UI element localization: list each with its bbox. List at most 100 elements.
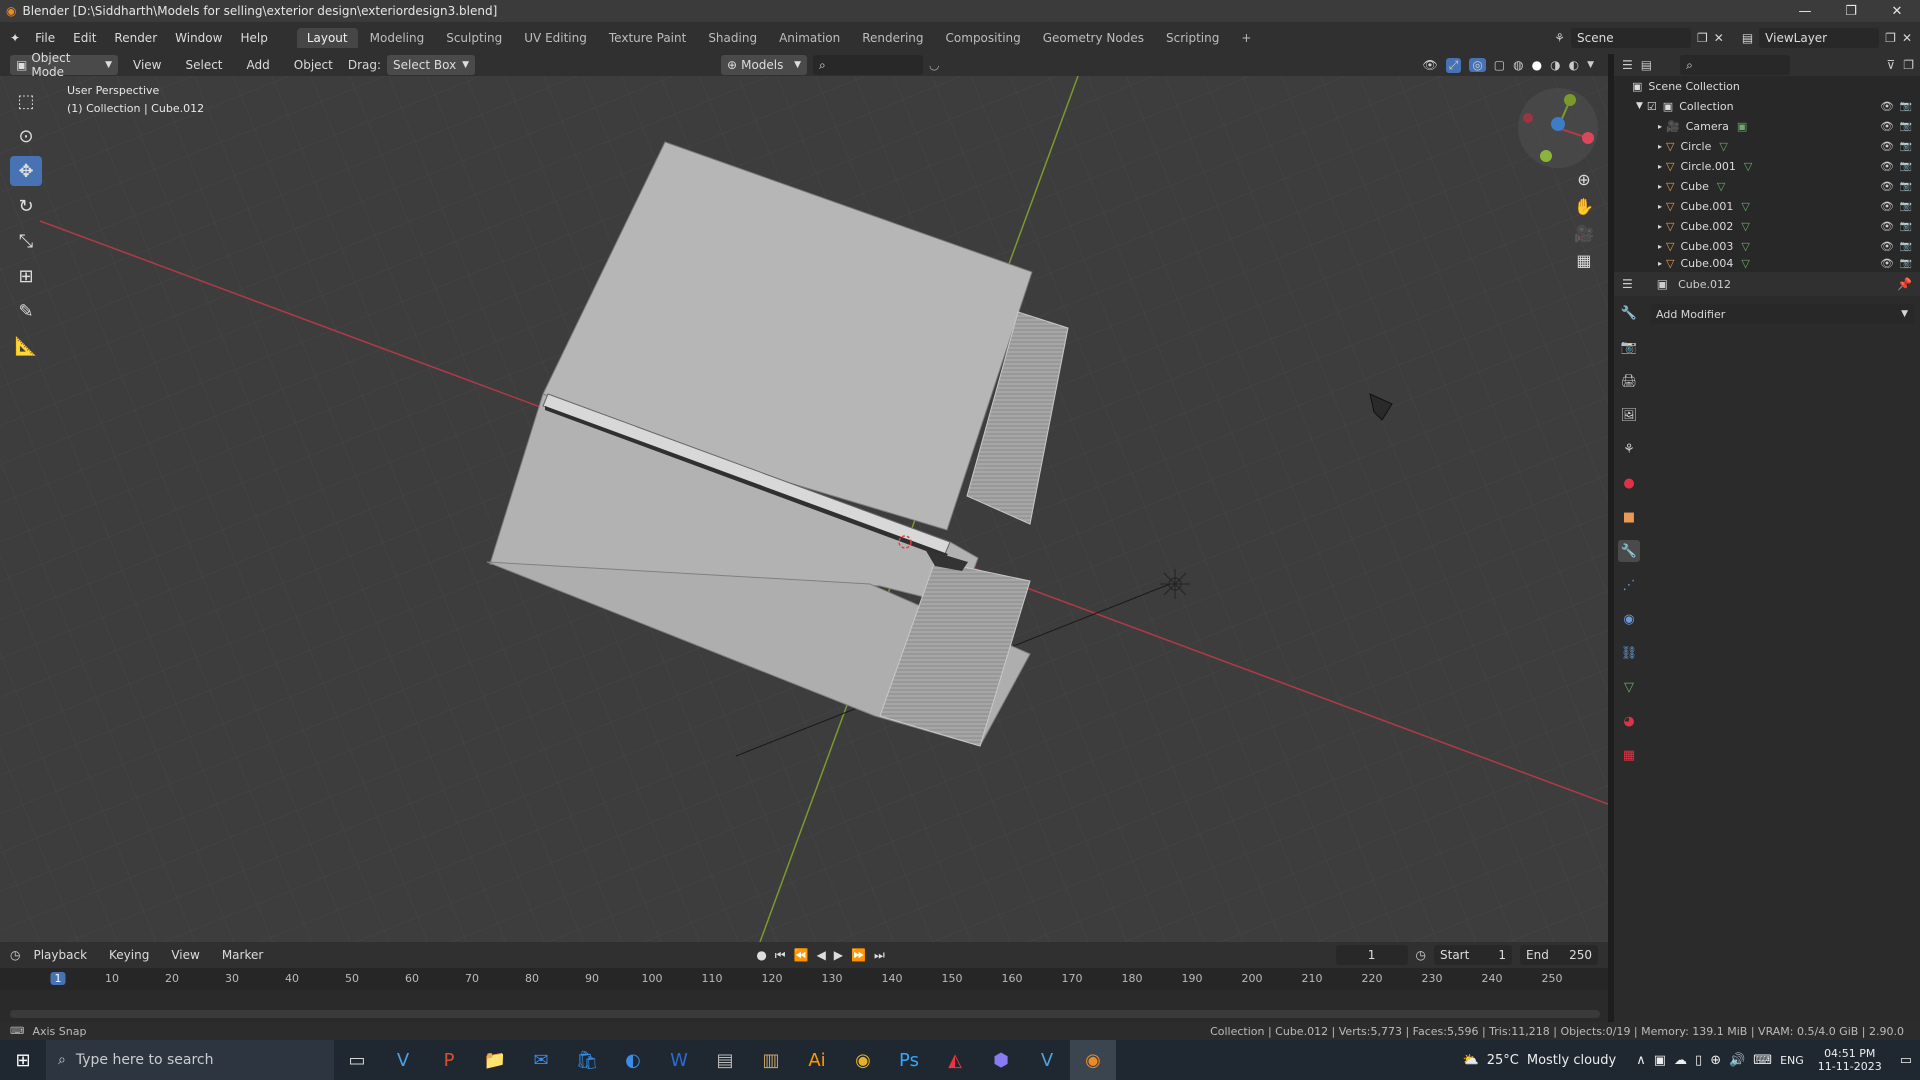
menu-add[interactable]: Add	[238, 58, 279, 72]
tab-modeling[interactable]: Modeling	[360, 28, 435, 48]
volume-icon[interactable]: 🔊	[1729, 1053, 1745, 1068]
data-props-icon[interactable]: ▽	[1618, 676, 1640, 698]
output-props-icon[interactable]: 🖨	[1618, 370, 1640, 392]
filter-icon[interactable]: ⊽	[1886, 58, 1895, 72]
constraints-props-icon[interactable]: ⛓	[1618, 642, 1640, 664]
blender-app-icon[interactable]: ◉	[1070, 1040, 1116, 1080]
powerpoint-app-icon[interactable]: P	[426, 1040, 472, 1080]
weather-desc[interactable]: Mostly cloudy	[1527, 1053, 1616, 1068]
eye-icon[interactable]: 👁	[1880, 140, 1894, 153]
physics-props-icon[interactable]: ◉	[1618, 608, 1640, 630]
blender-menu-icon[interactable]: ✦	[10, 31, 20, 45]
tool-props-icon[interactable]: 🔧	[1618, 302, 1640, 324]
photoshop-app-icon[interactable]: Ps	[886, 1040, 932, 1080]
scene-icon[interactable]: ⚘	[1554, 31, 1565, 45]
weather-icon[interactable]: ⛅	[1463, 1053, 1479, 1068]
render-icon[interactable]: 📷	[1900, 241, 1912, 252]
checkbox-icon[interactable]: ☑	[1647, 100, 1657, 113]
pan-hand-icon[interactable]: ✋	[1574, 197, 1594, 216]
new-collection-icon[interactable]: ❐	[1903, 58, 1914, 72]
render-icon[interactable]: 📷	[1900, 258, 1912, 269]
jump-end-icon[interactable]: ⏭	[874, 948, 885, 963]
cursor-tool-icon[interactable]: ⊙	[10, 121, 42, 151]
restore-button[interactable]: ❐	[1828, 4, 1874, 19]
menu-view[interactable]: View	[124, 58, 170, 72]
display-mode-icon[interactable]: ▤	[1641, 58, 1652, 72]
properties-editor-icon[interactable]: ☰	[1622, 277, 1633, 291]
clock[interactable]: 04:51 PM 11-11-2023	[1818, 1047, 1882, 1073]
outliner-item-cube-001[interactable]: ▸ ▽ Cube.001 ▽ 👁 📷	[1614, 196, 1920, 216]
timeline-editor-icon[interactable]: ◷	[10, 948, 20, 962]
tab-sculpting[interactable]: Sculpting	[436, 28, 512, 48]
viewport-scene[interactable]	[0, 76, 1608, 942]
render-icon[interactable]: 📷	[1900, 121, 1912, 132]
render-icon[interactable]: 📷	[1900, 221, 1912, 232]
timeline-scrollbar[interactable]	[10, 1010, 1600, 1018]
clock-icon[interactable]: ◷	[1416, 948, 1426, 962]
disclosure-open-icon[interactable]: ▼	[1636, 101, 1643, 111]
outliner-item-circle[interactable]: ▸ ▽ Circle ▽ 👁 📷	[1614, 136, 1920, 156]
xray-icon[interactable]: ▢	[1494, 58, 1505, 72]
chevron-down-icon[interactable]: ▼	[1587, 60, 1594, 70]
rotate-tool-icon[interactable]: ↻	[10, 191, 42, 221]
transform-tool-icon[interactable]: ⊞	[10, 261, 42, 291]
obs-app-icon[interactable]: ⬢	[978, 1040, 1024, 1080]
transform-orientation-dropdown[interactable]: ⊕ Models ▼	[721, 55, 808, 75]
add-modifier-dropdown[interactable]: Add Modifier ▼	[1650, 304, 1914, 324]
windows-start-icon[interactable]: ⊞	[0, 1040, 46, 1080]
menu-object[interactable]: Object	[285, 58, 342, 72]
next-keyframe-icon[interactable]: ⏩	[851, 948, 866, 963]
onedrive-icon[interactable]: ☁	[1674, 1053, 1687, 1068]
scale-tool-icon[interactable]: ⤡	[10, 226, 42, 256]
current-frame-marker[interactable]: 1	[50, 972, 66, 985]
3d-viewport[interactable]: User Perspective (1) Collection | Cube.0…	[0, 76, 1608, 942]
edge-app-icon[interactable]: ◐	[610, 1040, 656, 1080]
vectorworks-app-icon[interactable]: V	[380, 1040, 426, 1080]
visibility-icon[interactable]: 👁	[1422, 58, 1437, 72]
material-shading-icon[interactable]: ◑	[1550, 58, 1560, 72]
world-props-icon[interactable]: ●	[1618, 472, 1640, 494]
disclosure-icon[interactable]: ▸	[1658, 162, 1662, 171]
menu-playback[interactable]: Playback	[24, 948, 96, 962]
move-tool-icon[interactable]: ✥	[10, 156, 42, 186]
disclosure-icon[interactable]: ▸	[1658, 259, 1662, 268]
menu-timeline-view[interactable]: View	[162, 948, 208, 962]
wireframe-shading-icon[interactable]: ◍	[1513, 58, 1523, 72]
menu-file[interactable]: File	[26, 31, 64, 45]
store-app-icon[interactable]: 🛍	[564, 1040, 610, 1080]
illustrator-app-icon[interactable]: Ai	[794, 1040, 840, 1080]
tab-layout[interactable]: Layout	[296, 28, 358, 48]
record-icon[interactable]: ●	[756, 948, 766, 963]
particles-props-icon[interactable]: ⋰	[1618, 574, 1640, 596]
battery-icon[interactable]: ▯	[1695, 1053, 1702, 1068]
taskbar-search-box[interactable]: ⌕ Type here to search	[46, 1040, 334, 1080]
outliner-item-cube-003[interactable]: ▸ ▽ Cube.003 ▽ 👁 📷	[1614, 236, 1920, 256]
menu-marker[interactable]: Marker	[213, 948, 272, 962]
view-layer-props-icon[interactable]: 🖼	[1618, 404, 1640, 426]
delete-viewlayer-icon[interactable]: ✕	[1902, 31, 1912, 45]
render-icon[interactable]: 📷	[1900, 101, 1912, 112]
material-props-icon[interactable]: ◕	[1618, 710, 1640, 732]
new-scene-icon[interactable]: ❐	[1697, 31, 1708, 45]
solid-shading-icon[interactable]: ●	[1532, 58, 1542, 72]
eye-icon[interactable]: 👁	[1880, 257, 1894, 270]
add-workspace-icon[interactable]: +	[1231, 28, 1261, 48]
outliner-item-cube[interactable]: ▸ ▽ Cube ▽ 👁 📷	[1614, 176, 1920, 196]
eye-icon[interactable]: 👁	[1880, 100, 1894, 113]
eye-icon[interactable]: 👁	[1880, 200, 1894, 213]
menu-keying[interactable]: Keying	[100, 948, 158, 962]
menu-edit[interactable]: Edit	[64, 31, 105, 45]
menu-window[interactable]: Window	[166, 31, 231, 45]
select-box-tool-icon[interactable]: ⬚	[10, 86, 42, 116]
tray-expand-icon[interactable]: ∧	[1636, 1053, 1646, 1068]
annotate-tool-icon[interactable]: ✎	[10, 296, 42, 326]
pin-icon[interactable]: 📌	[1897, 277, 1912, 291]
viewlayer-icon[interactable]: ▤	[1742, 31, 1753, 45]
tab-geometry-nodes[interactable]: Geometry Nodes	[1033, 28, 1154, 48]
tab-rendering[interactable]: Rendering	[852, 28, 933, 48]
tab-animation[interactable]: Animation	[769, 28, 850, 48]
notepad-app-icon[interactable]: ▤	[702, 1040, 748, 1080]
render-icon[interactable]: 📷	[1900, 181, 1912, 192]
eye-icon[interactable]: 👁	[1880, 160, 1894, 173]
tab-uv-editing[interactable]: UV Editing	[514, 28, 597, 48]
